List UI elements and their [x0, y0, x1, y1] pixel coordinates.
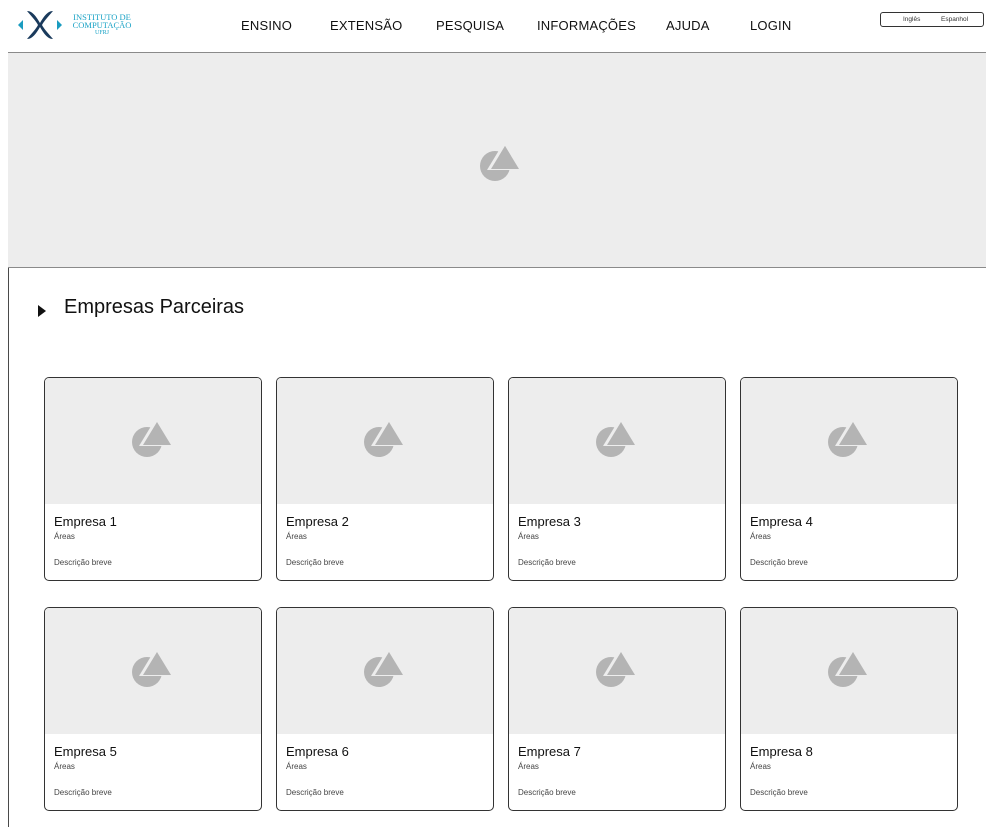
company-image [509, 608, 725, 734]
image-placeholder-icon [132, 648, 173, 687]
nav-pesquisa[interactable]: PESQUISA [436, 18, 504, 33]
company-description: Descrição breve [750, 788, 808, 797]
nav-extensao[interactable]: EXTENSÃO [330, 18, 402, 33]
company-name: Empresa 4 [750, 514, 813, 529]
company-description: Descrição breve [518, 558, 576, 567]
company-areas: Áreas [750, 532, 771, 541]
company-name: Empresa 6 [286, 744, 349, 759]
company-areas: Áreas [54, 762, 75, 771]
image-placeholder-icon [364, 418, 405, 457]
company-name: Empresa 7 [518, 744, 581, 759]
image-placeholder-icon [480, 142, 521, 181]
company-card[interactable]: Empresa 1 Áreas Descrição breve [44, 377, 262, 581]
company-description: Descrição breve [286, 788, 344, 797]
company-name: Empresa 2 [286, 514, 349, 529]
company-name: Empresa 3 [518, 514, 581, 529]
image-placeholder-icon [828, 418, 869, 457]
nav-login[interactable]: LOGIN [750, 18, 791, 33]
company-card[interactable]: Empresa 4 Áreas Descrição breve [740, 377, 958, 581]
site-header: INSTITUTO DE COMPUTAÇÃO UFRJ ENSINO EXTE… [8, 0, 986, 52]
company-image [741, 608, 957, 734]
company-description: Descrição breve [286, 558, 344, 567]
company-areas: Áreas [54, 532, 75, 541]
company-image [277, 608, 493, 734]
section-title: Empresas Parceiras [64, 296, 245, 318]
company-image [741, 378, 957, 504]
company-image [509, 378, 725, 504]
company-name: Empresa 8 [750, 744, 813, 759]
hero-banner [8, 52, 986, 268]
company-card[interactable]: Empresa 6 Áreas Descrição breve [276, 607, 494, 811]
company-description: Descrição breve [54, 558, 112, 567]
company-image [45, 608, 261, 734]
company-areas: Áreas [518, 532, 539, 541]
company-image [277, 378, 493, 504]
nav-ensino[interactable]: ENSINO [241, 18, 292, 33]
lang-spanish[interactable]: Espanhol [941, 16, 968, 23]
triangle-right-icon [38, 305, 46, 317]
company-areas: Áreas [286, 762, 307, 771]
image-placeholder-icon [596, 418, 637, 457]
company-card[interactable]: Empresa 7 Áreas Descrição breve [508, 607, 726, 811]
image-placeholder-icon [132, 418, 173, 457]
language-switch: Inglês Espanhol [880, 12, 984, 27]
company-card[interactable]: Empresa 5 Áreas Descrição breve [44, 607, 262, 811]
company-areas: Áreas [286, 532, 307, 541]
company-name: Empresa 5 [54, 744, 117, 759]
company-description: Descrição breve [750, 558, 808, 567]
company-description: Descrição breve [518, 788, 576, 797]
image-placeholder-icon [364, 648, 405, 687]
company-areas: Áreas [518, 762, 539, 771]
lang-english[interactable]: Inglês [903, 16, 920, 23]
company-areas: Áreas [750, 762, 771, 771]
main-nav: ENSINO EXTENSÃO PESQUISA INFORMAÇÕES AJU… [8, 18, 986, 38]
image-placeholder-icon [596, 648, 637, 687]
company-card[interactable]: Empresa 2 Áreas Descrição breve [276, 377, 494, 581]
company-card[interactable]: Empresa 3 Áreas Descrição breve [508, 377, 726, 581]
company-card[interactable]: Empresa 8 Áreas Descrição breve [740, 607, 958, 811]
image-placeholder-icon [828, 648, 869, 687]
company-name: Empresa 1 [54, 514, 117, 529]
nav-ajuda[interactable]: AJUDA [666, 18, 710, 33]
company-description: Descrição breve [54, 788, 112, 797]
nav-informacoes[interactable]: INFORMAÇÕES [537, 18, 636, 33]
company-image [45, 378, 261, 504]
